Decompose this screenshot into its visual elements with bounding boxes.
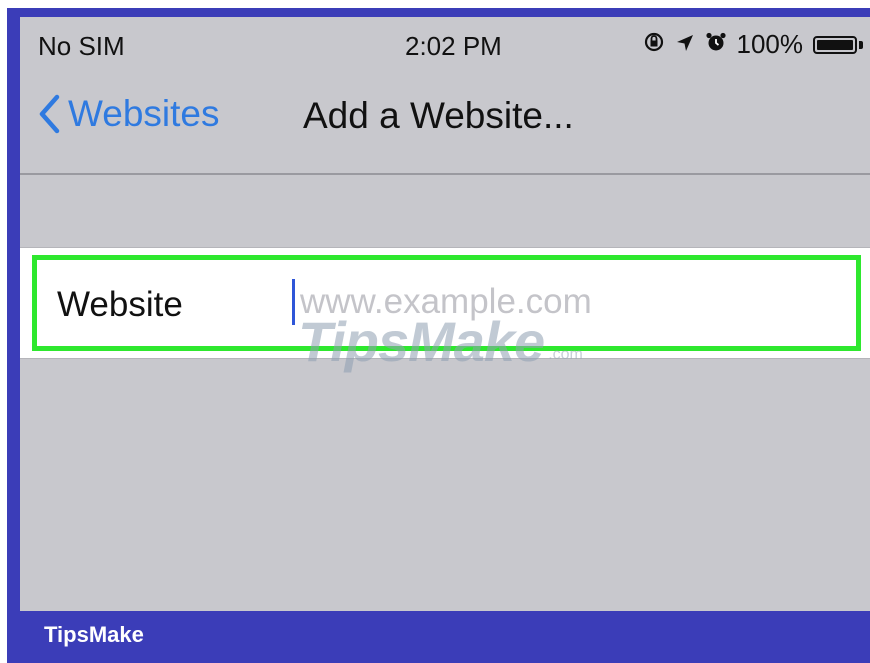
carrier-label: No SIM — [38, 31, 125, 61]
back-button[interactable]: Websites — [38, 93, 220, 135]
battery-percentage: 100% — [736, 29, 804, 59]
chevron-left-icon — [39, 94, 60, 134]
page-title: Add a Website... — [303, 95, 574, 136]
location-arrow-icon — [675, 29, 695, 60]
alarm-icon — [705, 29, 727, 60]
battery-tip — [859, 40, 863, 49]
back-button-label: Websites — [68, 93, 220, 134]
orientation-lock-icon — [643, 29, 665, 60]
status-bar: No SIM 2:02 PM 100% — [20, 17, 870, 65]
battery-fill — [817, 39, 853, 50]
navigation-bar: Websites Add a Website... — [20, 65, 870, 175]
text-cursor — [292, 279, 295, 325]
battery-icon — [813, 35, 857, 54]
status-indicators: 100% — [643, 29, 863, 60]
phone-screen: No SIM 2:02 PM 100% Websites Add a Websi… — [20, 17, 870, 611]
clock: 2:02 PM — [405, 31, 502, 61]
website-input[interactable] — [292, 279, 840, 325]
footer-brand: TipsMake — [44, 622, 144, 647]
website-row-label: Website — [57, 285, 183, 324]
